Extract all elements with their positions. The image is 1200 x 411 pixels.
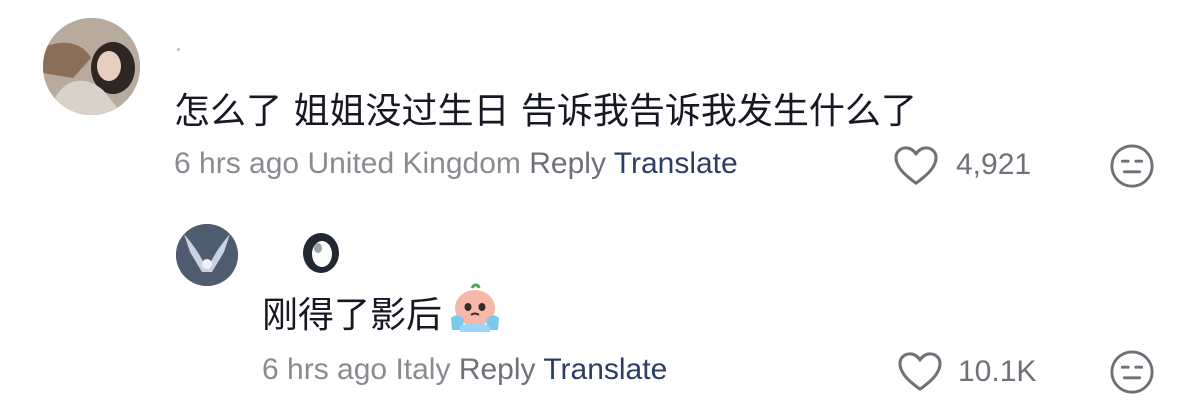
heart-icon[interactable] [893, 145, 939, 187]
avatar[interactable] [43, 18, 140, 115]
location: United Kingdom [307, 147, 521, 180]
neutral-face-icon[interactable] [1109, 349, 1155, 395]
ring-icon [303, 233, 339, 273]
username-placeholder [177, 48, 180, 51]
translate-button[interactable]: Translate [614, 147, 738, 180]
like-count: 10.1K [958, 355, 1037, 388]
avatar[interactable] [176, 224, 238, 286]
like-count: 4,921 [956, 148, 1032, 181]
timestamp: 6 hrs ago [262, 353, 388, 386]
timestamp: 6 hrs ago [174, 147, 300, 180]
comment-meta: 6 hrs ago Italy Reply Translate [262, 353, 667, 387]
translate-button[interactable]: Translate [543, 353, 667, 386]
reply-button[interactable]: Reply [529, 147, 606, 180]
comment-text: 刚得了影后 [262, 295, 443, 336]
reply-button[interactable]: Reply [459, 353, 536, 386]
comment-meta: 6 hrs ago United Kingdom Reply Translate [174, 147, 738, 181]
location: Italy [395, 353, 451, 386]
neutral-face-icon[interactable] [1109, 143, 1155, 189]
crying-face-emoji [451, 283, 499, 332]
comment-text: 怎么了 姐姐没过生日 告诉我告诉我发生什么了 [174, 91, 917, 132]
heart-icon[interactable] [897, 351, 943, 393]
